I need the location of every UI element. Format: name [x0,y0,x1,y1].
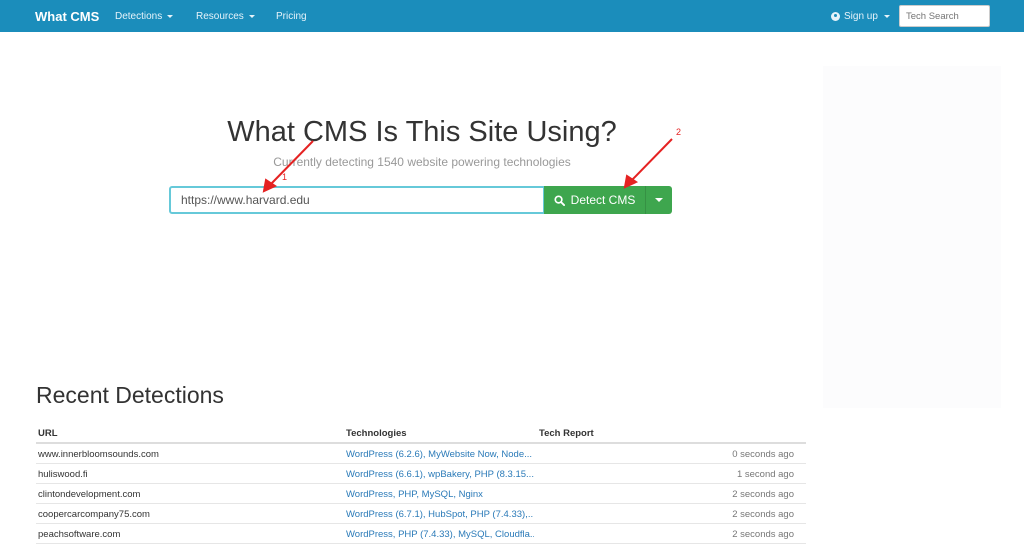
header-url: URL [38,428,58,439]
row-url: coopercarcompany75.com [38,509,150,520]
annotation-label-2: 2 [676,127,682,137]
row-time: 2 seconds ago [732,489,794,500]
row-url: www.innerbloomsounds.com [38,449,159,460]
header-technologies: Technologies [346,428,407,439]
table-row: peachsoftware.com WordPress, PHP (7.4.33… [36,524,806,544]
detect-cms-button[interactable]: Detect CMS [544,186,645,214]
header-tech-report: Tech Report [539,428,594,439]
detect-cms-label: Detect CMS [570,193,636,207]
signup-menu[interactable]: Sign up [831,11,890,22]
table-row: huliswood.fi WordPress (6.6.1), wpBakery… [36,464,806,484]
detect-options-dropdown[interactable] [645,186,672,214]
row-url: clintondevelopment.com [38,489,141,500]
chevron-down-icon [655,198,663,202]
signup-label: Sign up [844,11,878,22]
recent-detections-table: URL Technologies Tech Report www.innerbl… [36,424,806,544]
row-time: 2 seconds ago [732,509,794,520]
page-title: What CMS Is This Site Using? [227,116,617,148]
tech-search-input[interactable] [899,5,990,27]
row-technologies-link[interactable]: WordPress, PHP, MySQL, Nginx [346,489,534,500]
chevron-down-icon [883,15,890,18]
recent-detections-title: Recent Detections [36,382,224,408]
page-subtitle: Currently detecting 1540 website powerin… [273,155,571,169]
row-technologies-link[interactable]: WordPress (6.6.1), wpBakery, PHP (8.3.15… [346,469,534,480]
nav-resources[interactable]: Resources [196,11,255,22]
row-url: peachsoftware.com [38,529,121,540]
row-technologies-link[interactable]: WordPress (6.2.6), MyWebsite Now, Node..… [346,449,534,460]
row-technologies-link[interactable]: WordPress, PHP (7.4.33), MySQL, Cloudfla… [346,529,534,540]
nav-pricing-label: Pricing [276,11,307,22]
nav-pricing[interactable]: Pricing [276,11,307,22]
row-time: 1 second ago [736,469,794,480]
row-time: 0 seconds ago [732,449,794,460]
brand-logo[interactable]: What CMS [35,9,99,24]
row-technologies-link[interactable]: WordPress (6.7.1), HubSpot, PHP (7.4.33)… [346,509,534,520]
row-url: huliswood.fi [38,469,88,480]
url-input[interactable] [169,186,545,214]
side-panel [823,66,1001,408]
chevron-down-icon [248,15,255,18]
annotation-label-1: 1 [282,172,288,182]
user-icon [831,12,840,21]
table-row: clintondevelopment.com WordPress, PHP, M… [36,484,806,504]
search-icon [554,194,565,206]
table-row: www.innerbloomsounds.com WordPress (6.2.… [36,444,806,464]
table-row: coopercarcompany75.com WordPress (6.7.1)… [36,504,806,524]
nav-detections[interactable]: Detections [115,11,174,22]
nav-resources-label: Resources [196,11,244,22]
row-time: 2 seconds ago [732,529,794,540]
table-header: URL Technologies Tech Report [36,424,806,444]
nav-detections-label: Detections [115,11,163,22]
top-navbar: What CMS Detections Resources Pricing Si… [0,0,1024,32]
chevron-down-icon [167,15,174,18]
